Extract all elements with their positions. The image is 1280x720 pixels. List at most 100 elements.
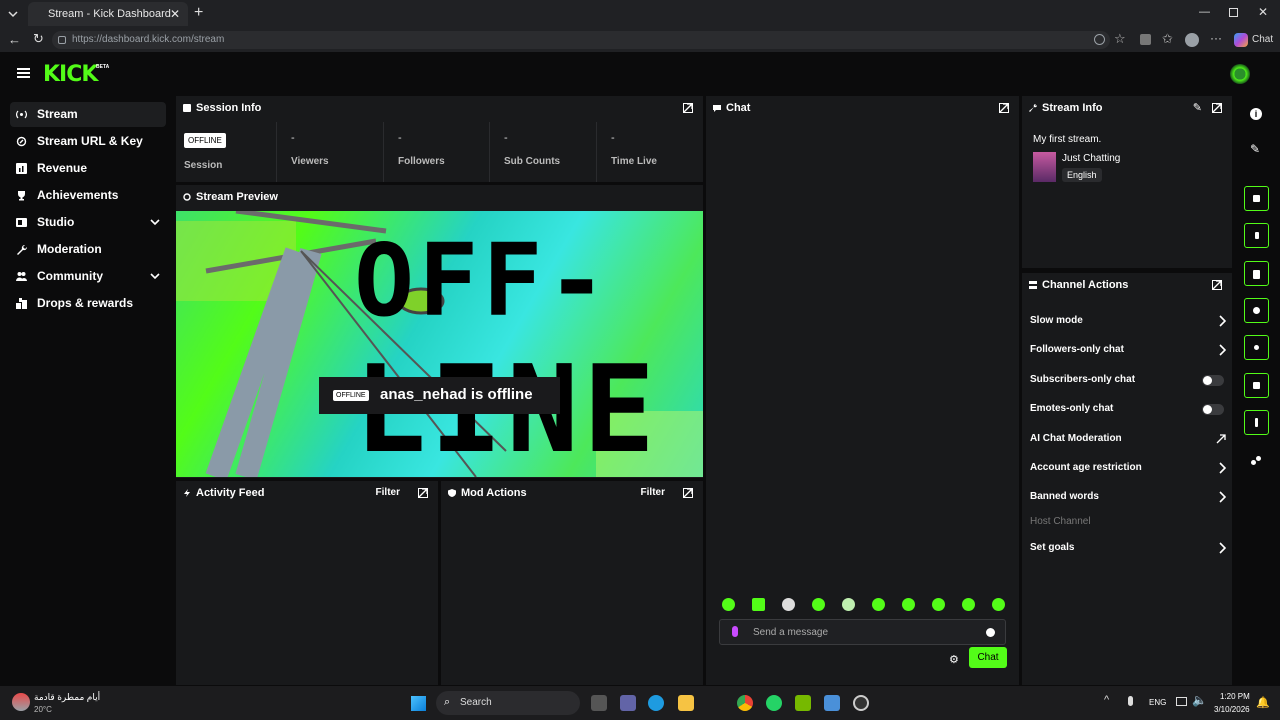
chat-settings-icon[interactable]: ⚙ bbox=[949, 653, 959, 666]
sidebar-item-stream-url-key[interactable]: Stream URL & Key bbox=[10, 129, 166, 154]
popout-icon[interactable] bbox=[418, 488, 428, 498]
search-icon: ⌕ bbox=[444, 696, 451, 708]
user-avatar[interactable] bbox=[1230, 64, 1250, 84]
emote-icon[interactable] bbox=[932, 598, 945, 611]
rail-button-tools[interactable] bbox=[1244, 410, 1269, 435]
sidebar-item-community[interactable]: Community bbox=[10, 264, 166, 289]
taskbar-search[interactable]: ⌕ Search bbox=[436, 691, 580, 715]
mod-filter-button[interactable]: Filter bbox=[641, 481, 665, 505]
rail-button-broadcast[interactable] bbox=[1244, 335, 1269, 360]
reload-icon[interactable]: ↻ bbox=[33, 31, 44, 47]
clock-time[interactable]: 1:20 PM bbox=[1220, 692, 1250, 701]
emote-icon[interactable] bbox=[962, 598, 975, 611]
emote-icon[interactable] bbox=[722, 598, 735, 611]
emote-icon[interactable] bbox=[902, 598, 915, 611]
maximize-icon[interactable] bbox=[1229, 8, 1238, 17]
copilot-icon[interactable] bbox=[1234, 33, 1248, 47]
microphone-tray-icon[interactable] bbox=[1128, 696, 1133, 706]
sidebar-item-achievements[interactable]: Achievements bbox=[10, 183, 166, 208]
action-account-age[interactable]: Account age restriction bbox=[1030, 457, 1226, 479]
wrench-icon bbox=[1029, 104, 1037, 112]
popout-icon[interactable] bbox=[1212, 280, 1222, 290]
popout-icon[interactable] bbox=[999, 103, 1009, 113]
sidebar-item-drops-rewards[interactable]: Drops & rewards bbox=[10, 291, 166, 316]
rail-button-scene[interactable] bbox=[1244, 186, 1269, 211]
action-followers-only[interactable]: Followers-only chat bbox=[1030, 339, 1226, 361]
favorites-bar-icon[interactable]: ✩ bbox=[1162, 31, 1173, 47]
whatsapp-icon[interactable] bbox=[766, 695, 782, 711]
start-button[interactable] bbox=[411, 696, 426, 711]
edit-icon[interactable]: ✎ bbox=[1193, 96, 1202, 120]
popout-icon[interactable] bbox=[683, 488, 693, 498]
task-view-icon[interactable] bbox=[591, 695, 607, 711]
sidebar-item-moderation[interactable]: Moderation bbox=[10, 237, 166, 262]
weather-icon[interactable] bbox=[12, 693, 30, 711]
volume-icon[interactable]: 🔈 bbox=[1192, 693, 1207, 707]
emoji-icon[interactable] bbox=[986, 628, 995, 637]
rail-button-layout[interactable] bbox=[1244, 373, 1269, 398]
edge-icon[interactable] bbox=[648, 695, 664, 711]
send-chat-button[interactable]: Chat bbox=[969, 647, 1007, 668]
menu-icon[interactable] bbox=[17, 68, 30, 78]
emote-icon[interactable] bbox=[872, 598, 885, 611]
monitor-app-icon[interactable] bbox=[824, 695, 840, 711]
more-icon[interactable]: ··· bbox=[1210, 31, 1222, 45]
activity-filter-button[interactable]: Filter bbox=[376, 481, 400, 505]
microphone-icon[interactable] bbox=[732, 626, 738, 637]
clock-date[interactable]: 3/10/2026 bbox=[1214, 705, 1250, 714]
tray-overflow-icon[interactable]: ^ bbox=[1104, 694, 1109, 706]
action-ai-chat-moderation[interactable]: AI Chat Moderation bbox=[1030, 428, 1226, 450]
rail-button-chat[interactable] bbox=[1244, 298, 1269, 323]
sidebar-item-revenue[interactable]: Revenue bbox=[10, 156, 166, 181]
favorite-icon[interactable]: ☆ bbox=[1114, 31, 1126, 47]
close-window-icon[interactable]: ✕ bbox=[1258, 5, 1268, 19]
action-banned-words[interactable]: Banned words bbox=[1030, 486, 1226, 508]
offline-message: anas_nehad is offline bbox=[380, 386, 533, 403]
file-explorer-icon[interactable] bbox=[678, 695, 694, 711]
more-tools-icon[interactable] bbox=[1251, 456, 1261, 466]
nvidia-icon[interactable] bbox=[795, 695, 811, 711]
popout-icon[interactable] bbox=[1212, 103, 1222, 113]
rail-button-bolt[interactable] bbox=[1244, 223, 1269, 248]
language-indicator[interactable]: ENG bbox=[1149, 698, 1166, 707]
profile-avatar[interactable] bbox=[1185, 33, 1199, 47]
popout-icon[interactable] bbox=[683, 103, 693, 113]
new-tab-icon[interactable]: + bbox=[194, 4, 203, 22]
network-icon[interactable] bbox=[1176, 697, 1187, 706]
stat-label-session: Session bbox=[184, 160, 223, 171]
info-icon[interactable]: i bbox=[1250, 108, 1262, 120]
panel-title: Mod Actions bbox=[461, 487, 527, 499]
sidebar-item-studio[interactable]: Studio bbox=[10, 210, 166, 235]
emote-icon[interactable] bbox=[752, 598, 765, 611]
chat-input[interactable]: Send a message bbox=[719, 619, 1006, 645]
category-name: Just Chatting bbox=[1062, 153, 1121, 164]
copilot-chat-label[interactable]: Chat bbox=[1252, 34, 1273, 45]
kick-logo[interactable]: KICK bbox=[43, 62, 98, 87]
sidebar-item-stream[interactable]: Stream bbox=[10, 102, 166, 127]
back-icon[interactable]: ← bbox=[8, 32, 21, 47]
emote-icon[interactable] bbox=[992, 598, 1005, 611]
chrome-icon[interactable] bbox=[737, 695, 753, 711]
emote-icon[interactable] bbox=[812, 598, 825, 611]
notifications-icon[interactable]: 🔔 bbox=[1256, 696, 1270, 709]
browser-tab[interactable]: Stream - Kick Dashboard ✕ bbox=[28, 2, 188, 26]
tab-list-icon[interactable] bbox=[6, 7, 20, 21]
reader-icon[interactable] bbox=[1094, 34, 1105, 45]
emote-icon[interactable] bbox=[782, 598, 795, 611]
action-slow-mode[interactable]: Slow mode bbox=[1030, 310, 1226, 332]
emote-icon[interactable] bbox=[842, 598, 855, 611]
minimize-icon[interactable]: — bbox=[1199, 6, 1210, 18]
emotes-only-toggle[interactable] bbox=[1202, 404, 1224, 415]
chevron-right-icon bbox=[1219, 542, 1226, 554]
subscribers-only-toggle[interactable] bbox=[1202, 375, 1224, 386]
rail-button-notes[interactable] bbox=[1244, 261, 1269, 286]
teams-icon[interactable] bbox=[620, 695, 636, 711]
action-set-goals[interactable]: Set goals bbox=[1030, 537, 1226, 559]
site-info-icon[interactable] bbox=[58, 36, 66, 44]
panel-header: Activity Feed Filter bbox=[176, 481, 438, 505]
obs-icon[interactable] bbox=[853, 695, 869, 711]
url-field[interactable]: https://dashboard.kick.com/stream bbox=[52, 31, 1110, 49]
pencil-icon[interactable]: ✎ bbox=[1250, 142, 1260, 156]
close-tab-icon[interactable]: ✕ bbox=[170, 2, 180, 26]
extensions-icon[interactable] bbox=[1140, 34, 1151, 45]
